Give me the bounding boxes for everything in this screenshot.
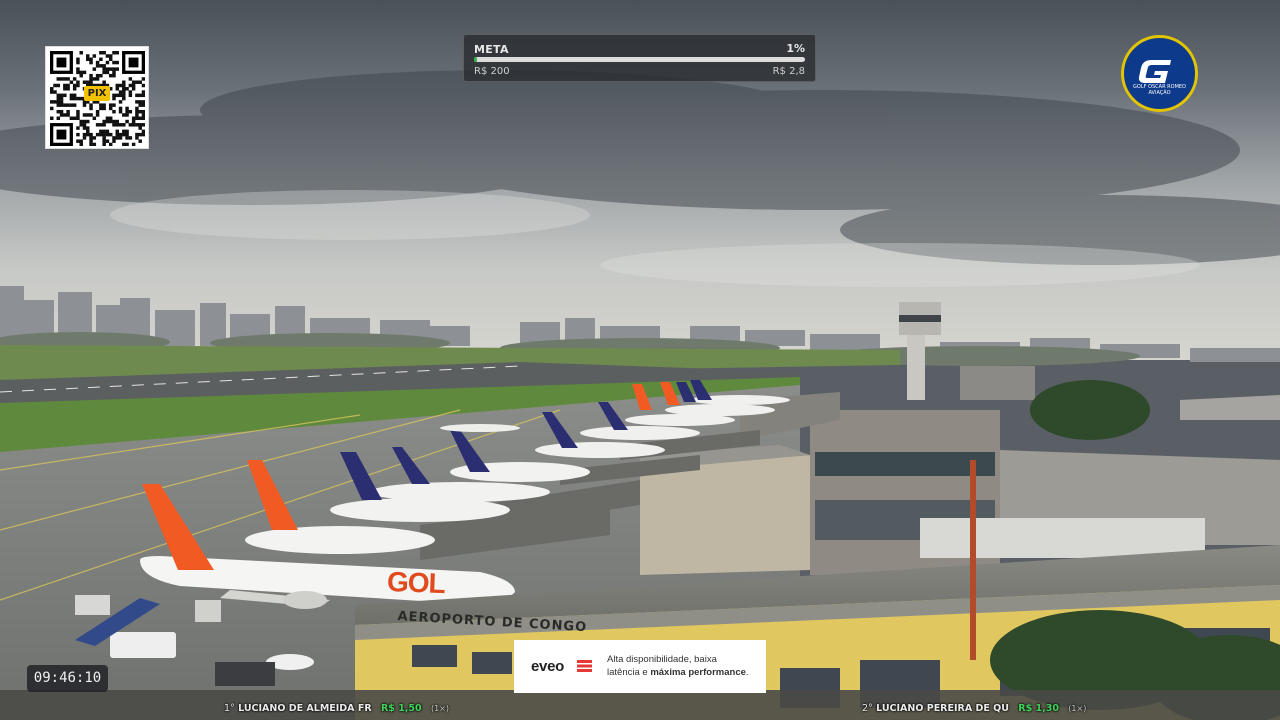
donor-multiplier: (1×)	[430, 704, 449, 713]
donor-ranking-2: 2° LUCIANO PEREIRA DE QU R$ 1,30 (1×)	[862, 701, 1086, 717]
pix-qr-code[interactable]: PIX	[45, 46, 149, 149]
donor-amount: R$ 1,30	[1018, 703, 1059, 714]
donor-name: LUCIANO DE ALMEIDA FR	[238, 703, 372, 714]
donor-rank: 1°	[224, 703, 235, 714]
channel-logo-text: GOLF OSCAR ROMEO AVIAÇÃO	[1126, 84, 1193, 96]
pix-label: PIX	[84, 86, 110, 101]
aircraft-livery-text: GOL	[386, 566, 446, 599]
goal-target-amount: R$ 2,8	[772, 66, 805, 77]
goal-progress-track	[474, 57, 805, 62]
stream-clock: 09:46:10	[27, 665, 108, 692]
goal-progress-fill	[474, 57, 478, 62]
tagline-suffix: .	[745, 667, 749, 678]
sponsor-tagline-line-2: latência e máxima performance.	[607, 667, 749, 678]
goal-current-amount: R$ 200	[474, 66, 510, 77]
donor-rank: 2°	[862, 703, 873, 714]
channel-logo	[1121, 35, 1198, 112]
donor-amount: R$ 1,50	[380, 703, 422, 714]
donor-multiplier: (1×)	[1068, 704, 1087, 713]
sponsor-brand: eveo	[531, 658, 564, 675]
donor-ranking-1: 1° LUCIANO DE ALMEIDA FR R$ 1,50 (1×)	[224, 701, 449, 717]
logo-line-2: AVIAÇÃO	[1148, 90, 1171, 96]
sponsor-logo-icon	[577, 660, 592, 672]
airport-camera-scene	[0, 0, 1280, 720]
tagline-bold: máxima performance	[650, 667, 746, 678]
goal-label: META	[474, 43, 509, 56]
sponsor-banner[interactable]: eveo Alta disponibilidade, baixa latênci…	[514, 640, 766, 693]
goal-percent: 1%	[786, 42, 805, 55]
donation-goal-panel: META 1% R$ 200 R$ 2,8	[463, 34, 816, 82]
sponsor-tagline-line-1: Alta disponibilidade, baixa	[607, 654, 717, 665]
donor-name: LUCIANO PEREIRA DE QU	[876, 703, 1009, 714]
tagline-prefix: latência e	[607, 667, 651, 678]
